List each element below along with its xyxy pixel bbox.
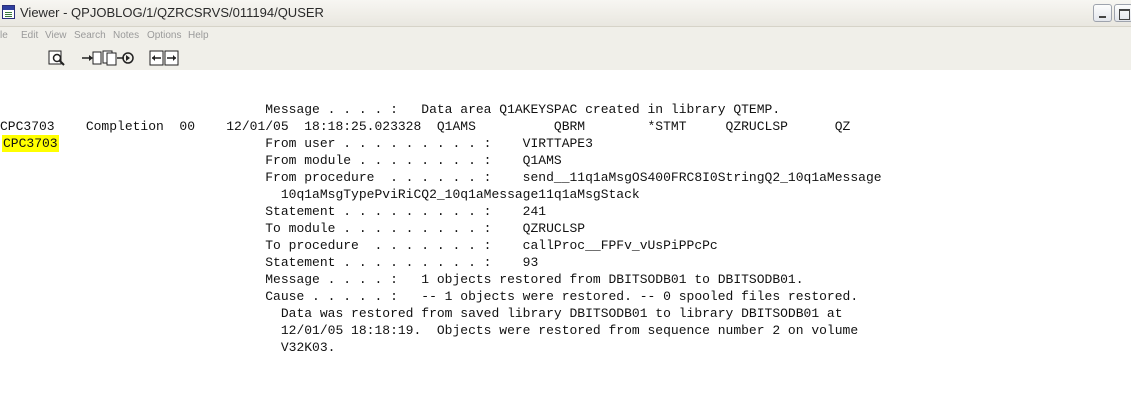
window-title: Viewer - QPJOBLOG/1/QZRCSRVS/011194/QUSE…	[20, 5, 324, 20]
log-line: Statement . . . . . . . . . : 241	[0, 204, 547, 219]
log-line: 10q1aMsgTypePviRiCQ2_10q1aMessage11q1aMs…	[0, 187, 640, 202]
menu-options[interactable]: Options	[147, 30, 181, 41]
log-line: V32K03.	[0, 340, 336, 355]
log-line: CPC3703 Completion 00 12/01/05 18:18:25.…	[0, 119, 851, 134]
log-line: From user . . . . . . . . . : VIRTTAPE3	[0, 136, 593, 151]
log-line: Cause . . . . . : -- 1 objects were rest…	[0, 289, 859, 304]
log-line: To procedure . . . . . . . : callProc__F…	[0, 238, 718, 253]
minimize-button[interactable]	[1093, 4, 1112, 22]
log-line: 12/01/05 18:18:19. Objects were restored…	[0, 323, 859, 338]
menu-view[interactable]: View	[45, 30, 67, 41]
log-content[interactable]: CPC3703 Message . . . . : Data area Q1AK…	[0, 97, 1131, 411]
zoom-icon[interactable]	[48, 50, 66, 66]
log-line: Message . . . . : Data area Q1AKEYSPAC c…	[0, 102, 781, 117]
menu-help[interactable]: Help	[188, 30, 209, 41]
viewer-app-icon	[2, 5, 15, 19]
log-line: From procedure . . . . . . : send__11q1a…	[0, 170, 882, 185]
maximize-button[interactable]	[1114, 4, 1131, 22]
log-line: Statement . . . . . . . . . : 93	[0, 255, 539, 270]
menu-edit[interactable]: Edit	[21, 30, 38, 41]
copy-icon[interactable]	[102, 50, 118, 66]
log-line: Message . . . . : 1 objects restored fro…	[0, 272, 804, 287]
split-view-icon[interactable]	[149, 50, 179, 66]
export-icon[interactable]	[82, 50, 102, 66]
menu-notes[interactable]: Notes	[113, 30, 139, 41]
menu-file[interactable]: le	[0, 30, 8, 41]
log-line: From module . . . . . . . . : Q1AMS	[0, 153, 562, 168]
log-line: Data was restored from saved library DBI…	[0, 306, 843, 321]
refresh-icon[interactable]	[117, 50, 135, 66]
log-line: To module . . . . . . . . . : QZRUCLSP	[0, 221, 586, 236]
toolbar	[0, 46, 1131, 70]
menu-search[interactable]: Search	[74, 30, 106, 41]
menu-bar: le Edit View Search Notes Options Help	[0, 27, 1131, 46]
title-bar: Viewer - QPJOBLOG/1/QZRCSRVS/011194/QUSE…	[0, 0, 1131, 27]
